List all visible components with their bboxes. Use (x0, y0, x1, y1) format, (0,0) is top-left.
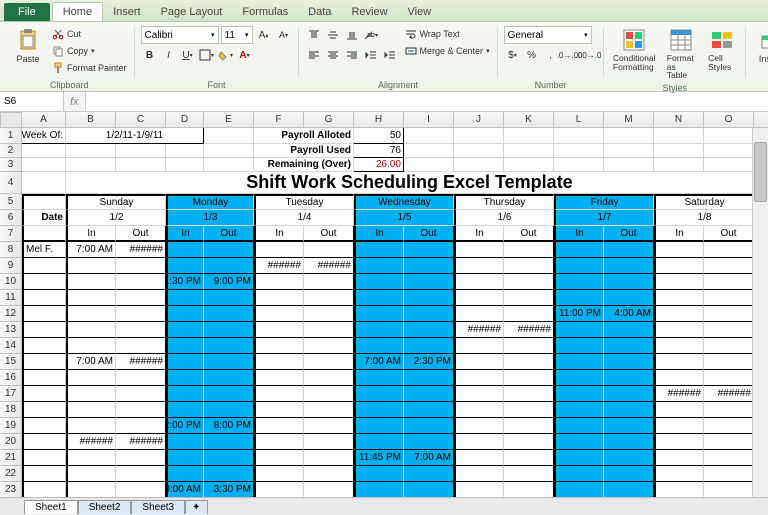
italic-button[interactable]: I (160, 46, 178, 64)
fx-icon[interactable]: fx (70, 96, 79, 108)
fill-color-button[interactable]: ▾ (217, 46, 235, 64)
format-painter-button[interactable]: Format Painter (50, 60, 129, 76)
paintbrush-icon (52, 62, 64, 74)
new-sheet-button[interactable]: ✦ (185, 500, 207, 514)
tab-insert[interactable]: Insert (103, 3, 151, 21)
wrap-icon (405, 28, 417, 40)
percent-button[interactable]: % (523, 46, 541, 64)
align-left-button[interactable] (305, 46, 323, 64)
paste-button[interactable]: Paste (10, 26, 46, 66)
tab-data[interactable]: Data (298, 3, 341, 21)
tab-home[interactable]: Home (52, 2, 103, 21)
merge-center-button[interactable]: Merge & Center ▾ (403, 43, 492, 59)
sheet-tab-1[interactable]: Sheet1 (24, 500, 78, 514)
decrease-decimal-button[interactable]: .00→.0 (580, 46, 598, 64)
tab-formulas[interactable]: Formulas (232, 3, 298, 21)
accounting-format-button[interactable]: $▾ (504, 46, 522, 64)
vertical-scrollbar[interactable] (752, 128, 768, 497)
orientation-icon: ab (363, 29, 375, 41)
font-color-button[interactable]: A▾ (236, 46, 254, 64)
borders-button[interactable]: ▾ (198, 46, 216, 64)
svg-text:ab: ab (367, 32, 375, 39)
sheet-tab-bar: Sheet1 Sheet2 Sheet3 ✦ (0, 497, 768, 515)
insert-icon (758, 28, 768, 52)
ribbon: Paste Cut Copy ▾ Format Painter Clipboar… (0, 22, 768, 92)
align-middle-button[interactable] (324, 26, 342, 44)
group-number: General▾ $▾ % , .0→.00 .00→.0 Number (498, 26, 604, 91)
worksheet: ABCDEFGHIJKLMNOP 12345678910111213141516… (0, 112, 768, 497)
tab-view[interactable]: View (398, 3, 442, 21)
border-icon (199, 49, 211, 61)
align-center-button[interactable] (324, 46, 342, 64)
wrap-text-button[interactable]: Wrap Text (403, 26, 492, 42)
indent-icon (384, 49, 396, 61)
conditional-formatting-button[interactable]: Conditional Formatting (610, 26, 659, 73)
insert-cells-button[interactable]: Insert (752, 26, 768, 66)
font-name-combo[interactable]: Calibri▾ (141, 26, 219, 44)
tab-strip: File Home Insert Page Layout Formulas Da… (0, 0, 768, 22)
bold-button[interactable]: B (141, 46, 159, 64)
align-right-icon (346, 49, 358, 61)
copy-icon (52, 45, 64, 57)
scissors-icon (52, 28, 64, 40)
formula-bar: S6 fx (0, 92, 768, 112)
tab-review[interactable]: Review (341, 3, 397, 21)
format-as-table-button[interactable]: Format as Table (663, 26, 700, 82)
decrease-indent-button[interactable] (362, 46, 380, 64)
select-all-corner[interactable] (0, 112, 22, 128)
group-clipboard: Paste Cut Copy ▾ Format Painter Clipboar… (4, 26, 135, 91)
align-center-icon (327, 49, 339, 61)
outdent-icon (365, 49, 377, 61)
group-styles: Conditional Formatting Format as Table C… (604, 26, 747, 91)
group-cells: Insert Delete Cells (746, 26, 768, 91)
cell-styles-button[interactable]: Cell Styles (704, 26, 740, 73)
align-top-button[interactable] (305, 26, 323, 44)
decrease-font-button[interactable]: A▾ (275, 26, 293, 44)
increase-font-button[interactable]: A▴ (255, 26, 273, 44)
grid-cells[interactable]: Week Of:1/2/11-1/9/11Payroll Alloted50Pa… (22, 128, 768, 497)
increase-indent-button[interactable] (381, 46, 399, 64)
formula-input[interactable] (85, 92, 768, 111)
scroll-thumb[interactable] (754, 142, 767, 202)
copy-button[interactable]: Copy ▾ (50, 43, 129, 59)
conditional-icon (622, 28, 646, 52)
table-icon (669, 28, 693, 52)
number-format-combo[interactable]: General▾ (504, 26, 592, 44)
cell-styles-icon (710, 28, 734, 52)
file-tab[interactable]: File (4, 3, 50, 21)
sheet-tab-3[interactable]: Sheet3 (131, 500, 185, 514)
align-bottom-icon (346, 29, 358, 41)
group-font: Calibri▾ 11▾ A▴ A▾ B I U▾ ▾ ▾ A▾ Font (135, 26, 299, 91)
merge-icon (405, 45, 417, 57)
row-headers[interactable]: 123456789101112131415161718192021222324 (0, 128, 22, 497)
align-middle-icon (327, 29, 339, 41)
cut-button[interactable]: Cut (50, 26, 129, 42)
tab-page-layout[interactable]: Page Layout (151, 3, 233, 21)
align-top-icon (308, 29, 320, 41)
column-headers[interactable]: ABCDEFGHIJKLMNOP (22, 112, 768, 128)
align-left-icon (308, 49, 320, 61)
paste-icon (16, 28, 40, 52)
font-size-combo[interactable]: 11▾ (221, 26, 253, 44)
name-box[interactable]: S6 (0, 92, 64, 111)
align-bottom-button[interactable] (343, 26, 361, 44)
orientation-button[interactable]: ab▾ (362, 26, 380, 44)
bucket-icon (218, 49, 230, 61)
align-right-button[interactable] (343, 46, 361, 64)
paste-label: Paste (16, 54, 39, 64)
underline-button[interactable]: U▾ (179, 46, 197, 64)
group-alignment: ab▾ Wrap Text Merge & Center ▾ (299, 26, 498, 91)
sheet-tab-2[interactable]: Sheet2 (78, 500, 132, 514)
